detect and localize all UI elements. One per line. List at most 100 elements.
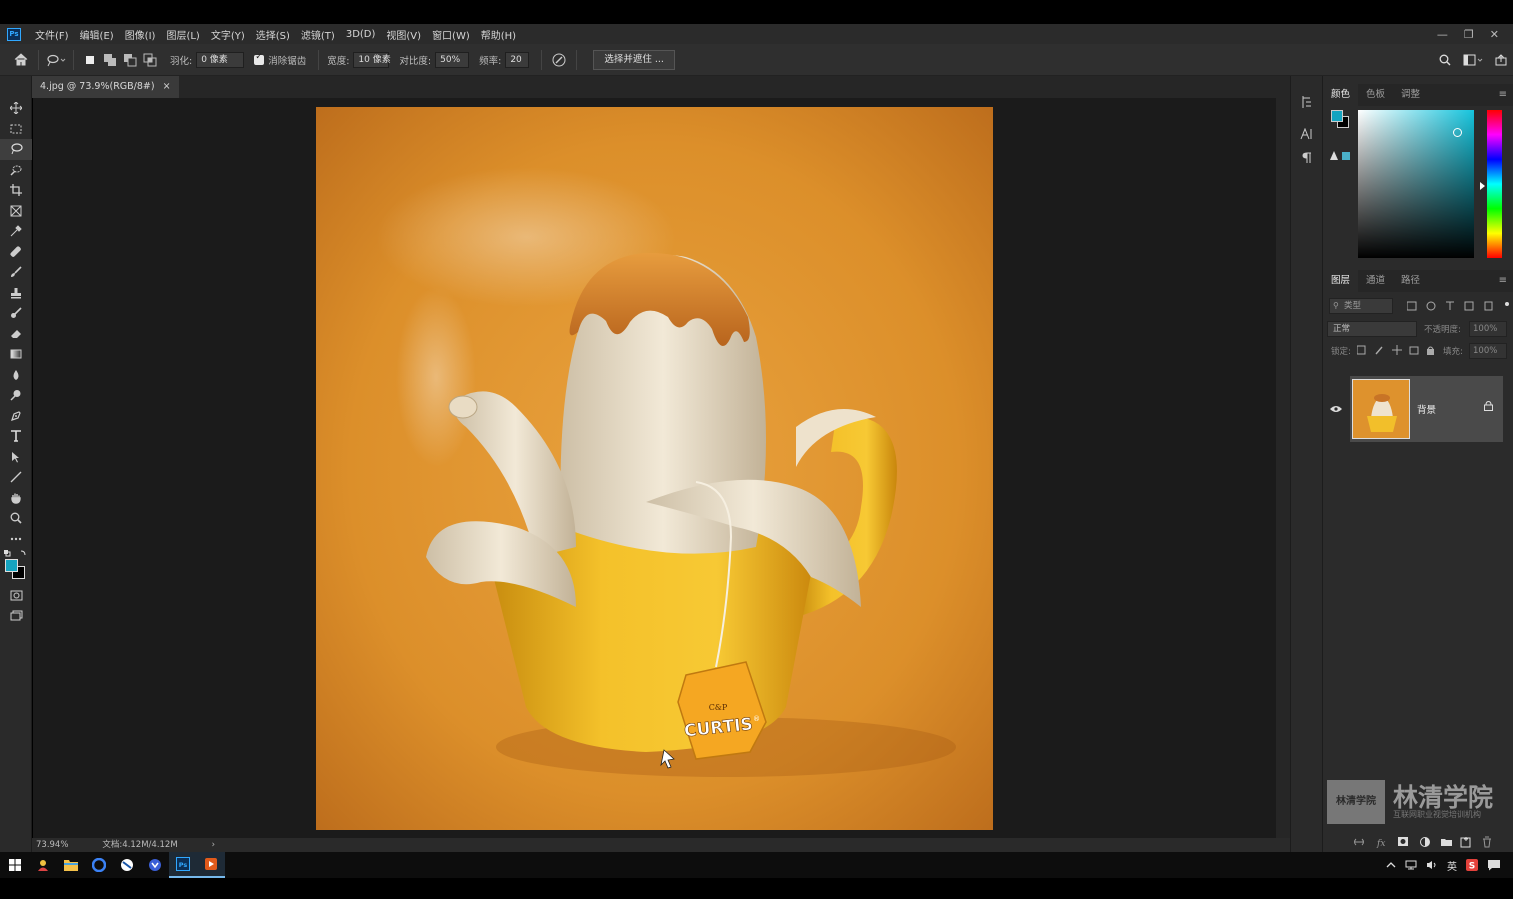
tab-color[interactable]: 颜色 — [1323, 84, 1359, 106]
app-icon[interactable] — [141, 852, 169, 878]
swap-colors-icon[interactable] — [4, 549, 28, 557]
layer-filter-icons[interactable] — [1407, 301, 1511, 311]
search-icon[interactable] — [1439, 54, 1451, 66]
tab-swatches[interactable]: 色板 — [1358, 84, 1393, 106]
network-icon[interactable] — [1405, 860, 1417, 870]
workspace-icon[interactable] — [1463, 54, 1483, 66]
tab-channels[interactable]: 通道 — [1358, 270, 1393, 292]
healing-brush-tool-icon[interactable] — [0, 242, 32, 263]
input-method-icon[interactable]: S — [1466, 859, 1478, 871]
document-tab[interactable]: 4.jpg @ 73.9%(RGB/8#) × — [32, 76, 179, 98]
eye-icon[interactable] — [1330, 405, 1342, 413]
status-expand-arrow-icon[interactable]: › — [212, 838, 215, 852]
pen-tool-icon[interactable] — [0, 406, 32, 427]
browser-icon[interactable] — [85, 852, 113, 878]
frame-tool-icon[interactable] — [0, 201, 32, 222]
layers-footer-icons[interactable]: fx — [1353, 836, 1501, 848]
foreground-color-chip[interactable] — [1331, 110, 1343, 122]
line-tool-icon[interactable] — [0, 467, 32, 488]
subtract-selection-icon[interactable] — [123, 53, 137, 67]
pen-pressure-icon[interactable] — [548, 49, 570, 71]
antialias-checkbox[interactable] — [254, 52, 265, 65]
frequency-input[interactable]: 20 — [505, 51, 530, 68]
menu-filter[interactable]: 滤镜(T) — [301, 27, 335, 42]
notification-icon[interactable] — [1487, 859, 1501, 871]
menu-select[interactable]: 选择(S) — [256, 27, 290, 42]
path-selection-tool-icon[interactable] — [0, 447, 32, 468]
close-button[interactable]: ✕ — [1490, 28, 1499, 41]
lock-options-icons[interactable] — [1357, 345, 1437, 355]
quick-mask-icon[interactable] — [0, 585, 32, 606]
menu-type[interactable]: 文字(Y) — [211, 27, 245, 42]
layer-row-background[interactable]: 背景 — [1350, 376, 1503, 442]
blur-tool-icon[interactable] — [0, 365, 32, 386]
contrast-input[interactable]: 50% — [435, 51, 470, 68]
crop-tool-icon[interactable] — [0, 180, 32, 201]
menu-layer[interactable]: 图层(L) — [166, 27, 199, 42]
file-explorer-icon[interactable] — [57, 852, 85, 878]
volume-icon[interactable] — [1426, 860, 1438, 870]
menu-view[interactable]: 视图(V) — [386, 27, 421, 42]
quick-selection-tool-icon[interactable] — [0, 160, 32, 181]
menu-help[interactable]: 帮助(H) — [481, 27, 516, 42]
paragraph-panel-icon[interactable] — [1291, 146, 1323, 170]
tab-adjustments[interactable]: 调整 — [1393, 84, 1428, 106]
eraser-tool-icon[interactable] — [0, 324, 32, 345]
foreground-color-swatch[interactable] — [5, 559, 18, 572]
history-brush-tool-icon[interactable] — [0, 303, 32, 324]
fill-input[interactable]: 100% — [1469, 343, 1507, 359]
history-panel-icon[interactable] — [1291, 90, 1323, 114]
gamut-warning-icon[interactable] — [1329, 150, 1351, 162]
hue-slider-handle[interactable] — [1480, 182, 1485, 190]
intersect-selection-icon[interactable] — [143, 53, 157, 67]
home-icon[interactable] — [10, 49, 32, 71]
width-input[interactable]: 10 像素 — [353, 51, 391, 68]
menu-file[interactable]: 文件(F) — [35, 27, 69, 42]
clone-stamp-tool-icon[interactable] — [0, 283, 32, 304]
magnetic-lasso-preset-icon[interactable] — [45, 49, 67, 71]
color-picker-ring[interactable] — [1453, 128, 1462, 137]
hue-slider[interactable] — [1487, 110, 1502, 258]
zoom-tool-icon[interactable] — [0, 508, 32, 529]
minimize-button[interactable]: — — [1437, 28, 1448, 41]
screen-mode-icon[interactable] — [0, 606, 32, 627]
share-icon[interactable] — [1495, 54, 1507, 66]
select-and-mask-button[interactable]: 选择并遮住 ... — [593, 49, 675, 70]
video-app-icon[interactable] — [197, 852, 225, 878]
menu-window[interactable]: 窗口(W) — [432, 27, 470, 42]
gradient-tool-icon[interactable] — [0, 344, 32, 365]
vertical-scrollbar[interactable] — [1276, 98, 1290, 838]
ime-indicator[interactable]: 英 — [1447, 858, 1457, 873]
tab-paths[interactable]: 路径 — [1393, 270, 1428, 292]
dodge-tool-icon[interactable] — [0, 385, 32, 406]
restore-button[interactable]: ❐ — [1464, 28, 1474, 41]
brush-tool-icon[interactable] — [0, 262, 32, 283]
hand-tool-icon[interactable] — [0, 488, 32, 509]
tab-layers[interactable]: 图层 — [1323, 270, 1359, 292]
color-field[interactable] — [1358, 110, 1474, 258]
panel-menu-icon[interactable]: ≡ — [1499, 275, 1507, 286]
add-selection-icon[interactable] — [103, 53, 117, 67]
feather-input[interactable]: 0 像素 — [196, 51, 245, 68]
blend-mode-select[interactable]: 正常 — [1327, 321, 1417, 337]
menu-edit[interactable]: 编辑(E) — [80, 27, 114, 42]
opacity-input[interactable]: 100% — [1469, 321, 1507, 337]
windows-start-icon[interactable] — [1, 852, 29, 878]
menu-3d[interactable]: 3D(D) — [346, 29, 376, 40]
photoshop-task-icon[interactable]: Ps — [169, 852, 197, 878]
app-icon[interactable] — [29, 852, 57, 878]
marquee-tool-icon[interactable] — [0, 119, 32, 140]
panel-menu-icon[interactable]: ≡ — [1499, 89, 1507, 100]
type-tool-icon[interactable] — [0, 426, 32, 447]
menu-image[interactable]: 图像(I) — [125, 27, 156, 42]
app-icon[interactable] — [113, 852, 141, 878]
more-tools-icon[interactable] — [0, 529, 32, 550]
move-tool-icon[interactable] — [0, 98, 32, 119]
new-selection-icon[interactable] — [83, 53, 97, 67]
close-tab-icon[interactable]: × — [163, 76, 171, 98]
layer-kind-filter[interactable]: ⚲ 类型 — [1329, 298, 1393, 314]
chevron-up-icon[interactable] — [1386, 861, 1396, 869]
zoom-level[interactable]: 73.94% — [36, 838, 68, 852]
character-panel-icon[interactable] — [1291, 122, 1323, 146]
lasso-tool-icon[interactable] — [0, 139, 32, 160]
